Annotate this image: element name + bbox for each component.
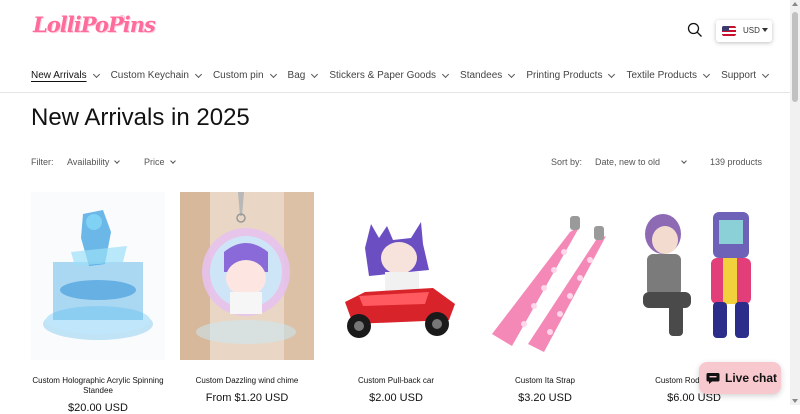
- page-title: New Arrivals in 2025: [31, 104, 250, 131]
- product-title[interactable]: Custom Pull-back car: [329, 376, 463, 386]
- currency-label: USD: [743, 26, 760, 35]
- chevron-down-icon: [311, 70, 319, 78]
- product-price: From $1.20 USD: [205, 392, 289, 404]
- nav-label: Bag: [287, 70, 306, 81]
- main-nav: New Arrivals Custom Keychain Custom pin …: [31, 70, 780, 81]
- nav-item-standees[interactable]: Standees: [460, 70, 516, 81]
- price-filter-label: Price: [144, 157, 165, 167]
- nav-item-textile-products[interactable]: Textile Products: [626, 70, 711, 81]
- product-image[interactable]: [180, 192, 314, 360]
- chevron-down-icon: [608, 70, 616, 78]
- nav-label: Textile Products: [626, 70, 698, 81]
- us-flag-icon: [722, 26, 736, 36]
- price-filter[interactable]: Price: [144, 157, 176, 167]
- product-price: $2.00 USD: [369, 392, 423, 404]
- chevron-down-icon: [169, 158, 176, 164]
- brand-logo[interactable]: LolliPoPins ®: [33, 12, 156, 48]
- currency-selector[interactable]: USD: [716, 20, 772, 42]
- nav-label: Support: [721, 70, 757, 81]
- nav-label: Stickers & Paper Goods: [329, 70, 437, 81]
- scrollbar-thumb[interactable]: [792, 12, 798, 102]
- chevron-down-icon: [681, 158, 687, 164]
- availability-label: Availability: [67, 157, 110, 167]
- nav-label: Printing Products: [526, 70, 603, 81]
- product-price: $20.00 USD: [68, 402, 128, 414]
- scroll-down-arrow-icon[interactable]: [792, 399, 798, 403]
- product-count: 139 products: [709, 157, 762, 167]
- chevron-down-icon: [114, 158, 121, 164]
- product-title[interactable]: Custom Dazzling wind chime: [180, 376, 314, 386]
- page-scrollbar[interactable]: [790, 0, 800, 405]
- product-title[interactable]: Custom Ita Strap: [478, 376, 612, 386]
- nav-label: Standees: [460, 70, 503, 81]
- filter-bar: Filter: Availability Price Sort by: Date…: [31, 157, 766, 171]
- nav-item-printing-products[interactable]: Printing Products: [526, 70, 616, 81]
- product-price: $3.20 USD: [518, 392, 572, 404]
- registered-mark: ®: [119, 14, 125, 23]
- chat-bubble-icon: [706, 373, 720, 384]
- chevron-down-icon: [269, 70, 277, 78]
- nav-label: Custom Keychain: [110, 70, 189, 81]
- nav-item-new-arrivals[interactable]: New Arrivals: [31, 70, 100, 81]
- product-image[interactable]: [627, 192, 761, 360]
- sort-by-label: Sort by:: [551, 157, 583, 167]
- chevron-down-icon: [92, 70, 100, 78]
- product-title[interactable]: Custom Holographic Acrylic Spinning Stan…: [31, 376, 165, 396]
- chevron-down-icon: [762, 70, 770, 78]
- nav-item-custom-pin[interactable]: Custom pin: [212, 70, 277, 81]
- scroll-up-arrow-icon[interactable]: [792, 2, 798, 6]
- logo-text: LolliPoPins: [33, 12, 156, 37]
- caret-down-icon: [762, 28, 768, 32]
- chevron-down-icon: [703, 70, 711, 78]
- availability-filter[interactable]: Availability: [67, 157, 121, 167]
- chevron-down-icon: [194, 70, 202, 78]
- nav-item-bag[interactable]: Bag: [287, 70, 319, 81]
- nav-label: New Arrivals: [31, 70, 87, 81]
- product-image[interactable]: [329, 192, 463, 360]
- search-button[interactable]: [686, 21, 704, 39]
- sort-select[interactable]: Date, new to old: [595, 157, 687, 167]
- nav-item-custom-keychain[interactable]: Custom Keychain: [110, 70, 202, 81]
- site-header: LolliPoPins ® USD New Arrivals Custom Ke…: [0, 0, 790, 93]
- sort-value: Date, new to old: [595, 157, 661, 167]
- nav-item-support[interactable]: Support: [721, 70, 770, 81]
- nav-item-stickers[interactable]: Stickers & Paper Goods: [329, 70, 450, 81]
- search-icon: [687, 22, 702, 37]
- filter-label: Filter:: [31, 157, 54, 167]
- nav-label: Custom pin: [212, 70, 264, 81]
- product-image[interactable]: [31, 192, 165, 360]
- chevron-down-icon: [508, 70, 516, 78]
- product-image[interactable]: [478, 192, 612, 360]
- chevron-down-icon: [442, 70, 450, 78]
- live-chat-button[interactable]: Live chat: [699, 362, 781, 394]
- live-chat-label: Live chat: [725, 371, 778, 385]
